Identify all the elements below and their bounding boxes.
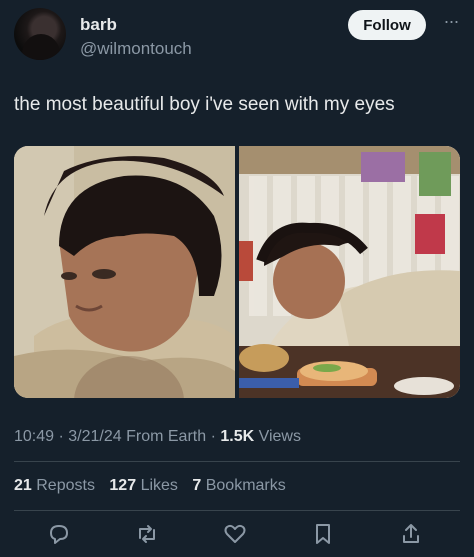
tweet-meta: 10:49 · 3/21/24 From Earth · 1.5K Views — [14, 428, 301, 445]
photo-left-illustration — [14, 146, 235, 398]
tweet-stats: 21 Reposts 127 Likes 7 Bookmarks — [14, 477, 296, 495]
bookmark-icon — [316, 524, 330, 544]
repost-button[interactable] — [131, 518, 163, 550]
likes-stat[interactable]: 127 Likes — [109, 477, 178, 494]
photo-right-illustration — [239, 146, 460, 398]
avatar[interactable] — [14, 8, 66, 60]
tweet-source: From Earth — [126, 428, 207, 445]
reposts-stat[interactable]: 21 Reposts — [14, 477, 95, 494]
share-button[interactable] — [395, 518, 427, 550]
bookmark-button[interactable] — [307, 518, 339, 550]
media-grid — [14, 146, 460, 398]
tweet-date[interactable]: 3/21/24 — [68, 428, 121, 445]
tweet-time[interactable]: 10:49 — [14, 428, 54, 445]
like-button[interactable] — [219, 518, 251, 550]
action-bar — [0, 518, 474, 554]
bookmarks-stat[interactable]: 7 Bookmarks — [192, 477, 285, 494]
tweet-text: the most beautiful boy i've seen with my… — [14, 94, 395, 115]
share-icon — [403, 524, 419, 543]
views-count: 1.5K — [220, 428, 255, 445]
divider-bottom — [14, 510, 460, 511]
repost-icon — [139, 525, 155, 543]
more-options-icon[interactable]: ··· — [440, 12, 462, 34]
photo-right[interactable] — [239, 146, 460, 398]
views-label: Views — [258, 428, 301, 445]
photo-left[interactable] — [14, 146, 235, 398]
divider-top — [14, 461, 460, 462]
reply-button[interactable] — [43, 518, 75, 550]
follow-button[interactable]: Follow — [348, 10, 426, 40]
user-handle[interactable]: @wilmontouch — [80, 39, 192, 59]
reply-icon — [50, 525, 68, 544]
tweet-header: barb @wilmontouch Follow ··· — [14, 8, 462, 64]
display-name[interactable]: barb — [80, 15, 117, 35]
like-icon — [224, 524, 246, 543]
